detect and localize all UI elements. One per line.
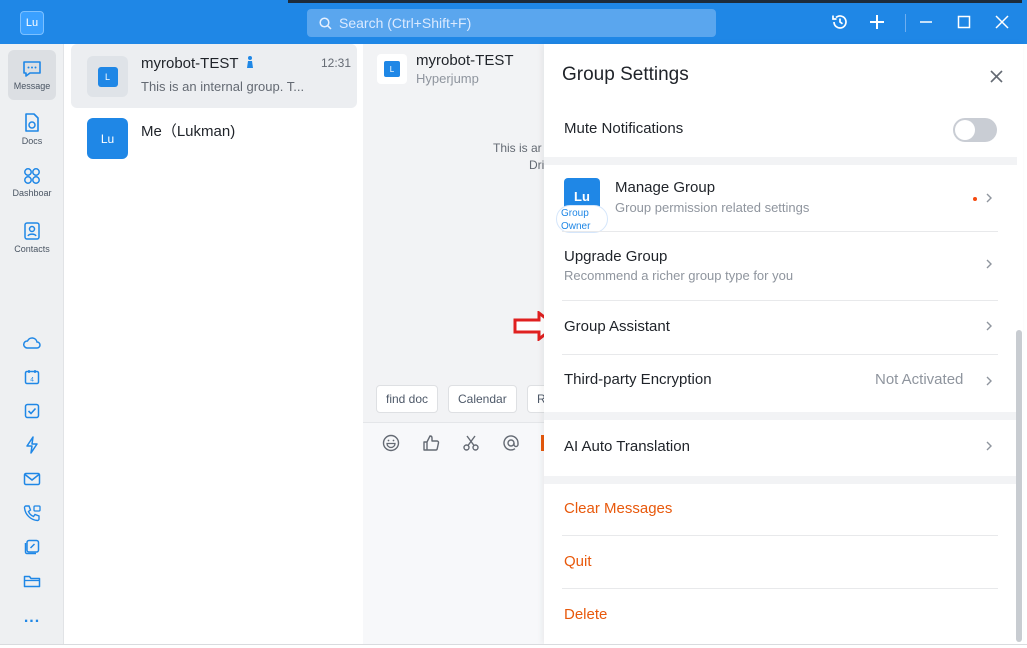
chat-title: Me（Lukman)	[141, 123, 236, 140]
divider	[562, 535, 998, 536]
section-gap	[544, 157, 1017, 165]
folder-icon[interactable]	[20, 569, 44, 593]
thumbs-up-icon[interactable]	[421, 433, 441, 453]
panel-scrollbar[interactable]	[1016, 330, 1022, 642]
nav-item-docs[interactable]: Docs	[8, 104, 56, 154]
divider	[562, 588, 998, 589]
notification-dot	[973, 197, 977, 201]
close-icon[interactable]	[986, 66, 1006, 86]
nav-label: Message	[13, 80, 51, 91]
plus-icon[interactable]	[867, 12, 887, 32]
manage-group-subtitle: Group permission related settings	[615, 200, 810, 215]
chat-title: myrobot-TEST	[141, 55, 255, 72]
history-icon[interactable]	[830, 12, 850, 32]
avatar: L	[87, 56, 128, 97]
manage-group-label[interactable]: Manage Group	[615, 179, 715, 196]
contacts-icon	[24, 221, 40, 240]
tasks-icon[interactable]	[20, 399, 44, 423]
toolbar-separator	[905, 14, 906, 32]
lightning-icon[interactable]	[20, 433, 44, 457]
chat-time: 12:31	[320, 56, 351, 70]
mute-notifications-label: Mute Notifications	[564, 120, 684, 137]
close-window-icon[interactable]	[992, 12, 1012, 32]
svg-text:4: 4	[30, 377, 34, 384]
phone-icon[interactable]	[20, 501, 44, 525]
more-icon[interactable]: ...	[20, 606, 44, 630]
user-avatar[interactable]: Lu	[20, 11, 44, 35]
search-input[interactable]: Search (Ctrl+Shift+F)	[307, 9, 716, 37]
window-bottom-edge	[0, 644, 1027, 648]
nav-item-message[interactable]: Message	[8, 50, 56, 100]
cloud-icon[interactable]	[20, 331, 44, 355]
divider	[562, 300, 998, 301]
quick-action-calendar[interactable]: Calendar	[448, 385, 517, 413]
list-item[interactable]: Lu Me（Lukman)	[71, 110, 357, 174]
message-icon	[23, 60, 41, 77]
minimize-icon[interactable]	[916, 12, 936, 32]
ai-translation-label[interactable]: AI Auto Translation	[564, 438, 690, 455]
upgrade-group-subtitle: Recommend a richer group type for you	[564, 268, 794, 283]
chevron-right-icon[interactable]	[984, 440, 994, 452]
chat-list: L myrobot-TEST This is an internal group…	[65, 44, 363, 648]
chevron-right-icon[interactable]	[984, 258, 994, 270]
chat-area: L myrobot-TEST Hyperjump This is ar Dri …	[363, 44, 556, 648]
list-item[interactable]: L myrobot-TEST This is an internal group…	[71, 44, 357, 108]
emoji-icon[interactable]	[381, 433, 401, 453]
robot-tag-icon	[247, 56, 254, 68]
calendar-icon[interactable]: 4	[20, 365, 44, 389]
encryption-status: Not Activated	[875, 371, 964, 388]
chat-notice: This is ar Dri	[493, 141, 545, 172]
nav-label: Docs	[21, 135, 43, 146]
group-assistant-label[interactable]: Group Assistant	[564, 318, 670, 335]
delete-button[interactable]: Delete	[564, 606, 607, 623]
mail-icon[interactable]	[20, 467, 44, 491]
encryption-label[interactable]: Third-party Encryption	[564, 371, 712, 388]
quit-button[interactable]: Quit	[564, 553, 592, 570]
chat-header-avatar: L	[377, 54, 407, 84]
divider	[562, 231, 998, 232]
scissors-icon[interactable]	[461, 433, 481, 453]
chevron-right-icon[interactable]	[984, 375, 994, 387]
docs-icon	[25, 112, 39, 132]
upgrade-group-label[interactable]: Upgrade Group	[564, 248, 667, 265]
window-edge	[288, 0, 1022, 3]
chat-preview: This is an internal group. T...	[141, 79, 305, 94]
section-gap	[544, 476, 1017, 484]
clear-messages-button[interactable]: Clear Messages	[564, 500, 672, 517]
group-settings-panel: Group Settings Mute Notifications Lu Gro…	[544, 44, 1023, 644]
chat-header-title[interactable]: myrobot-TEST	[416, 52, 514, 69]
nav-item-dashboard[interactable]: Dashboar	[8, 157, 56, 207]
toggle-knob	[955, 120, 975, 140]
mention-icon[interactable]	[501, 433, 521, 453]
title-bar: Lu Search (Ctrl+Shift+F)	[0, 0, 1027, 44]
left-nav: Message Docs Dashboar Contacts 4 ...	[0, 44, 64, 648]
mute-notifications-toggle[interactable]	[953, 118, 997, 142]
search-placeholder: Search (Ctrl+Shift+F)	[339, 15, 472, 31]
dashboard-icon	[24, 167, 40, 184]
quick-action-find-doc[interactable]: find doc	[376, 385, 439, 413]
section-gap	[544, 412, 1017, 420]
notes-icon[interactable]	[20, 535, 44, 559]
chevron-right-icon[interactable]	[984, 192, 994, 204]
chevron-right-icon[interactable]	[984, 320, 994, 332]
divider	[562, 354, 998, 355]
maximize-icon[interactable]	[954, 12, 974, 32]
message-input-area[interactable]	[363, 422, 544, 648]
panel-title: Group Settings	[562, 64, 689, 85]
nav-label: Contacts	[14, 243, 50, 254]
nav-label: Dashboar	[12, 187, 52, 198]
chat-header-subtitle: Hyperjump	[416, 71, 479, 86]
group-owner-badge: Group Owner	[556, 205, 608, 233]
avatar: Lu	[87, 118, 128, 159]
nav-item-contacts[interactable]: Contacts	[8, 212, 56, 262]
search-icon	[319, 16, 332, 30]
